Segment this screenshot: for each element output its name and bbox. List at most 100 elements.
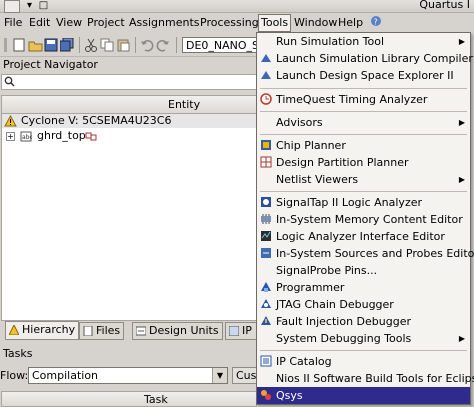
submenu-arrow-icon: ▶: [458, 334, 465, 343]
tab-hierarchy[interactable]: Hierarchy: [5, 321, 80, 340]
menu-item-chip-planner[interactable]: Chip Planner: [257, 137, 470, 154]
menu-item-label: Advisors: [276, 116, 323, 129]
menu-item-label: IP Catalog: [276, 355, 332, 368]
menu-item-timequest-timing-analyzer[interactable]: TimeQuest Timing Analyzer: [257, 91, 470, 108]
menu-item-signaltap[interactable]: SignalTap II Logic Analyzer: [257, 194, 470, 211]
menu-item-jtag-chain-debugger[interactable]: JTAG Chain Debugger: [257, 296, 470, 313]
project-navigator-search[interactable]: [1, 74, 257, 90]
menu-item-label: Fault Injection Debugger: [276, 315, 411, 328]
close-icon[interactable]: □: [38, 0, 49, 11]
menu-help[interactable]: Help: [336, 15, 365, 31]
menu-item-label: TimeQuest Timing Analyzer: [276, 93, 428, 106]
menubar: File Edit View Project Assignments Proce…: [0, 13, 474, 33]
menu-item-label: Logic Analyzer Interface Editor: [276, 230, 445, 243]
project-hierarchy-tree[interactable]: Entity Cyclone V: 5CSEMA4U23C6 + abd ghr…: [1, 95, 257, 321]
warning-icon: [9, 325, 19, 335]
menu-tools[interactable]: Tools: [258, 14, 292, 32]
menu-item-programmer[interactable]: Programmer: [257, 279, 470, 296]
menu-item-memory-content-editor[interactable]: In-System Memory Content Editor: [257, 211, 470, 228]
menu-item-label: SignalTap II Logic Analyzer: [276, 196, 423, 209]
toolbar-separator: [135, 37, 136, 53]
entity-column-header[interactable]: Entity: [2, 96, 256, 114]
probes-icon: [261, 248, 271, 258]
paste-icon[interactable]: [116, 38, 131, 52]
submenu-arrow-icon: ▶: [458, 37, 465, 46]
menu-item-label: In-System Sources and Probes Editor: [276, 247, 474, 260]
open-folder-icon[interactable]: [28, 38, 43, 52]
menu-window[interactable]: Window: [292, 15, 339, 31]
redo-icon[interactable]: [156, 38, 171, 52]
qsys-icon: [261, 390, 271, 400]
task-column-label: Task: [144, 393, 168, 406]
whats-this-icon[interactable]: ?: [368, 15, 384, 31]
menu-item-run-simulation-tool[interactable]: Run Simulation Tool ▶: [257, 33, 470, 50]
tab-design-units-label: Design Units: [149, 324, 219, 337]
files-icon: [83, 326, 93, 336]
top-entity-row[interactable]: + abd ghrd_top: [2, 129, 256, 143]
device-label: Cyclone V: 5CSEMA4U23C6: [21, 114, 172, 127]
menu-separator: [260, 191, 467, 192]
menu-file[interactable]: File: [2, 15, 24, 31]
menu-item-launch-design-space-explorer[interactable]: Launch Design Space Explorer II: [257, 67, 470, 84]
chevron-down-icon[interactable]: ▼: [212, 368, 227, 383]
menu-item-label: Qsys: [276, 389, 303, 402]
menu-item-label: Design Partition Planner: [276, 156, 409, 169]
menu-item-label: In-System Memory Content Editor: [276, 213, 463, 226]
tab-files-label: Files: [96, 324, 121, 337]
window-titlebar: ▾ □ Quartus I: [0, 0, 474, 13]
memory-editor-icon: [261, 214, 271, 224]
menu-item-advisors[interactable]: Advisors ▶: [257, 114, 470, 131]
submenu-arrow-icon: ▶: [458, 175, 465, 184]
svg-text:abd: abd: [22, 134, 32, 141]
menu-item-label: Launch Design Space Explorer II: [276, 69, 454, 82]
menu-item-label: System Debugging Tools: [276, 332, 412, 345]
menu-item-netlist-viewers[interactable]: Netlist Viewers ▶: [257, 171, 470, 188]
device-row[interactable]: Cyclone V: 5CSEMA4U23C6: [2, 114, 256, 128]
expand-icon[interactable]: +: [6, 132, 15, 141]
top-entity-label: ghrd_top: [37, 129, 86, 142]
tasks-title: Tasks: [3, 347, 33, 360]
new-file-icon[interactable]: [12, 38, 27, 52]
partition-icon: [260, 156, 272, 168]
save-all-icon[interactable]: [60, 38, 75, 52]
menu-edit[interactable]: Edit: [27, 15, 52, 31]
app-menu-icon[interactable]: [4, 0, 20, 13]
menu-item-design-partition-planner[interactable]: Design Partition Planner: [257, 154, 470, 171]
flow-select[interactable]: Compilation ▼: [28, 367, 228, 384]
svg-text:?: ?: [374, 18, 378, 27]
undo-icon[interactable]: [140, 38, 155, 52]
signaltap-icon: [261, 197, 271, 207]
copy-icon[interactable]: [100, 38, 115, 52]
menu-project[interactable]: Project: [85, 15, 127, 31]
flow-select-value: Compilation: [32, 369, 99, 382]
menu-separator: [260, 88, 467, 89]
menu-item-qsys[interactable]: Qsys: [257, 387, 470, 404]
hierarchy-link-icon: [85, 132, 97, 141]
menu-item-signalprobe-pins[interactable]: SignalProbe Pins...: [257, 262, 470, 279]
tab-files[interactable]: Files: [79, 322, 125, 340]
menu-separator: [260, 350, 467, 351]
search-icon: [4, 76, 15, 90]
dse-icon: [261, 71, 271, 79]
menu-item-sources-and-probes-editor[interactable]: In-System Sources and Probes Editor: [257, 245, 474, 262]
design-units-icon: [136, 326, 146, 336]
cut-icon[interactable]: [84, 38, 99, 52]
menu-processing[interactable]: Processing: [198, 15, 261, 31]
menu-item-ip-catalog[interactable]: IP Catalog: [257, 353, 470, 370]
menu-item-label: Chip Planner: [276, 139, 346, 152]
menu-assignments[interactable]: Assignments: [127, 15, 202, 31]
menu-item-label: JTAG Chain Debugger: [276, 298, 394, 311]
menu-item-system-debugging-tools[interactable]: System Debugging Tools ▶: [257, 330, 470, 347]
warning-icon: [4, 115, 17, 127]
menu-item-launch-simulation-library-compiler[interactable]: Launch Simulation Library Compiler: [257, 50, 473, 67]
tab-design-units[interactable]: Design Units: [132, 322, 223, 340]
programmer-icon: [261, 282, 271, 292]
toolbar-grip: [4, 38, 7, 52]
tab-ip[interactable]: IP: [225, 322, 257, 340]
menu-item-nios-ii-sbt-eclipse[interactable]: Nios II Software Build Tools for Eclipse: [257, 370, 474, 387]
menu-item-logic-analyzer-interface-editor[interactable]: Logic Analyzer Interface Editor: [257, 228, 470, 245]
save-icon[interactable]: [44, 38, 59, 52]
minimize-icon[interactable]: ▾: [24, 0, 35, 11]
menu-item-fault-injection-debugger[interactable]: Fault Injection Debugger: [257, 313, 470, 330]
menu-view[interactable]: View: [54, 15, 84, 31]
